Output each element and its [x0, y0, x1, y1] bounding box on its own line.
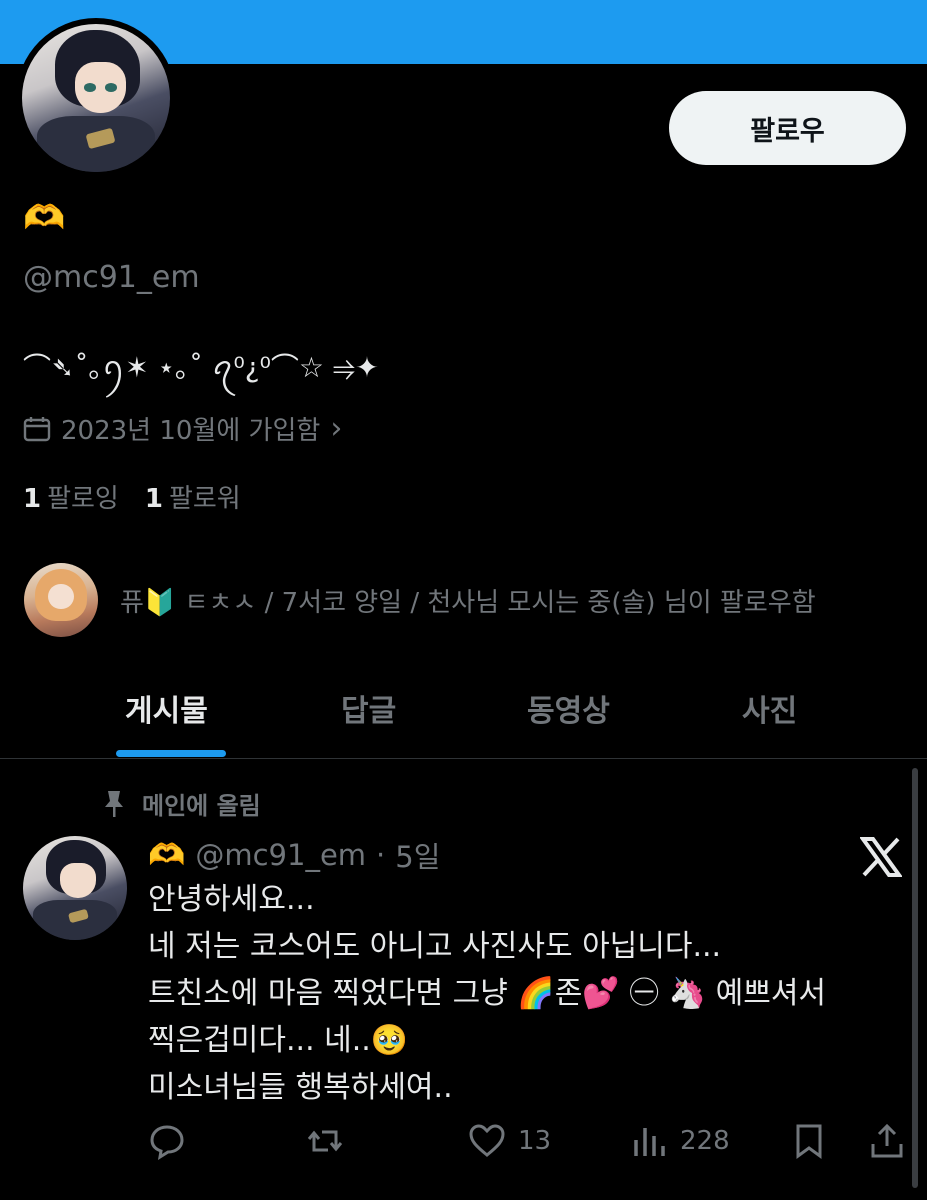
joined-date: 2023년 10월에 가입함	[61, 416, 321, 446]
like-icon	[469, 1124, 505, 1157]
pin-icon	[105, 790, 123, 817]
profile-tabs: 게시물 답글 동영상 사진	[0, 660, 927, 759]
followed-by-row[interactable]: 퓨🔰 ㅌㅊㅅ / 7서코 양일 / 천사님 모시는 중(솔) 님이 팔로우함	[24, 563, 816, 637]
views-icon	[634, 1128, 665, 1156]
tweet-author-avatar[interactable]	[23, 836, 127, 940]
profile-avatar[interactable]	[16, 18, 176, 178]
reply-icon	[150, 1125, 184, 1160]
view-count: 228	[680, 1126, 730, 1156]
active-tab-indicator	[116, 750, 226, 757]
pinned-indicator: 메인에 올림	[102, 786, 261, 821]
tweet-time[interactable]: 5일	[395, 834, 440, 876]
profile-handle: @mc91_em	[23, 260, 200, 295]
tab-posts[interactable]: 게시물	[125, 686, 208, 730]
pinned-label: 메인에 올림	[142, 792, 261, 820]
tab-photos[interactable]: 사진	[742, 686, 797, 730]
followed-by-text: 퓨🔰 ㅌㅊㅅ / 7서코 양일 / 천사님 모시는 중(솔) 님이 팔로우함	[120, 587, 816, 618]
followers-count: 1	[144, 484, 163, 514]
tweet-header: 🫶 @mc91_em · 5일	[148, 834, 440, 876]
scrollbar[interactable]	[912, 768, 918, 1188]
tweet-text: 안녕하세요... 네 저는 코스어도 아니고 사진사도 아닙니다... 트친소에…	[148, 876, 908, 1111]
tweet-line: 네 저는 코스어도 아니고 사진사도 아닙니다...	[148, 929, 722, 964]
views-button[interactable]: 228	[630, 1122, 730, 1160]
profile-bio: ⌒➴˚｡ꪆ✶ ⋆｡˚ ꪖ⁰¿⁰⌒☆ ⥤✦	[23, 351, 379, 384]
tweet-line: 미소녀님들 행복하세여..	[148, 1070, 453, 1105]
calendar-icon	[23, 416, 51, 441]
like-count: 13	[518, 1126, 552, 1156]
tab-replies[interactable]: 답글	[341, 686, 396, 730]
like-button[interactable]: 13	[468, 1122, 551, 1160]
bookmark-icon	[796, 1124, 822, 1159]
following-count: 1	[23, 484, 42, 514]
tweet-line: 안녕하세요...	[148, 882, 315, 917]
follow-stats: 1 팔로잉 1 팔로워	[23, 478, 241, 515]
author-display-name[interactable]: 🫶	[148, 838, 185, 873]
x-logo-icon[interactable]	[860, 836, 902, 878]
retweet-button[interactable]	[306, 1122, 344, 1160]
following-label: 팔로잉	[47, 484, 119, 514]
share-icon	[871, 1123, 903, 1158]
display-name: 🫶	[23, 198, 66, 238]
tweet-line: 트친소에 마음 찍었다면 그냥 🌈존💕 ㊀ 🦄 예쁘셔서	[148, 976, 827, 1011]
reply-button[interactable]	[148, 1122, 186, 1160]
tweet-separator: ·	[376, 838, 386, 872]
follow-button[interactable]: 팔로우	[669, 91, 906, 165]
tweet-actions: 13 228	[148, 1122, 908, 1166]
followers-label: 팔로워	[168, 484, 241, 514]
chevron-right-icon: ›	[330, 411, 343, 446]
bookmark-button[interactable]	[790, 1122, 828, 1160]
share-button[interactable]	[868, 1122, 906, 1160]
tweet-handle[interactable]: @mc91_em	[195, 838, 366, 872]
joined-date-row[interactable]: 2023년 10월에 가입함 ›	[23, 410, 342, 447]
following-link[interactable]: 1 팔로잉	[23, 478, 119, 515]
follower-avatar[interactable]	[24, 563, 98, 637]
tab-videos[interactable]: 동영상	[527, 686, 610, 730]
retweet-icon	[307, 1130, 343, 1152]
tweet-line: 찍은겁미다... 네..🥹	[148, 1023, 409, 1058]
followers-link[interactable]: 1 팔로워	[145, 478, 241, 515]
